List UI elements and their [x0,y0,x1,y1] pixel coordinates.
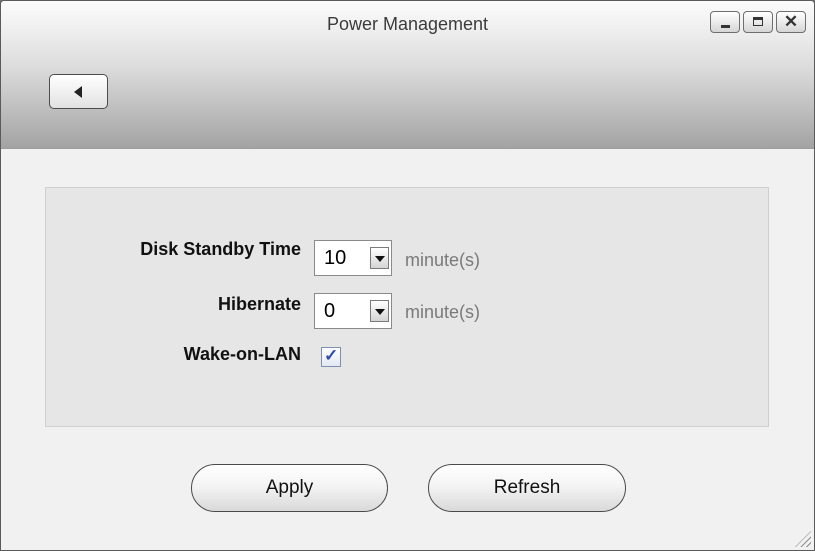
dropdown-button[interactable] [370,300,389,322]
back-arrow-icon [74,86,82,98]
maximize-icon [744,12,772,32]
wake-on-lan-checkbox[interactable]: ✓ [321,346,341,367]
wake-on-lan-label: Wake-on-LAN [183,344,301,364]
close-button[interactable]: ✕ [776,11,806,33]
refresh-button[interactable]: Refresh [428,464,626,512]
apply-button[interactable]: Apply [191,464,388,512]
disk-standby-select[interactable]: 10 [314,240,392,276]
minimize-button[interactable] [710,11,740,33]
maximize-button[interactable] [743,11,773,33]
back-button[interactable] [49,74,108,109]
chevron-down-icon [375,256,385,262]
resize-grip-icon[interactable] [795,531,811,547]
hibernate-label: Hibernate [217,294,301,314]
disk-standby-unit: minute(s) [405,250,481,270]
checkmark-icon: ✓ [324,346,339,365]
disk-standby-value: 10 [324,247,347,269]
chevron-down-icon [375,309,385,315]
disk-standby-label: Disk Standby Time [140,239,301,259]
power-management-window: Power Management ✕ Disk Standby Time 10 … [0,0,815,551]
dropdown-button[interactable] [370,247,389,269]
minimize-icon [711,12,739,32]
window-controls: ✕ [710,11,806,33]
title-bar[interactable]: Power Management ✕ [1,1,814,149]
window-title: Power Management [326,14,489,34]
hibernate-value: 0 [324,300,336,322]
hibernate-unit: minute(s) [405,302,481,322]
hibernate-select[interactable]: 0 [314,293,392,329]
close-icon: ✕ [783,12,799,31]
